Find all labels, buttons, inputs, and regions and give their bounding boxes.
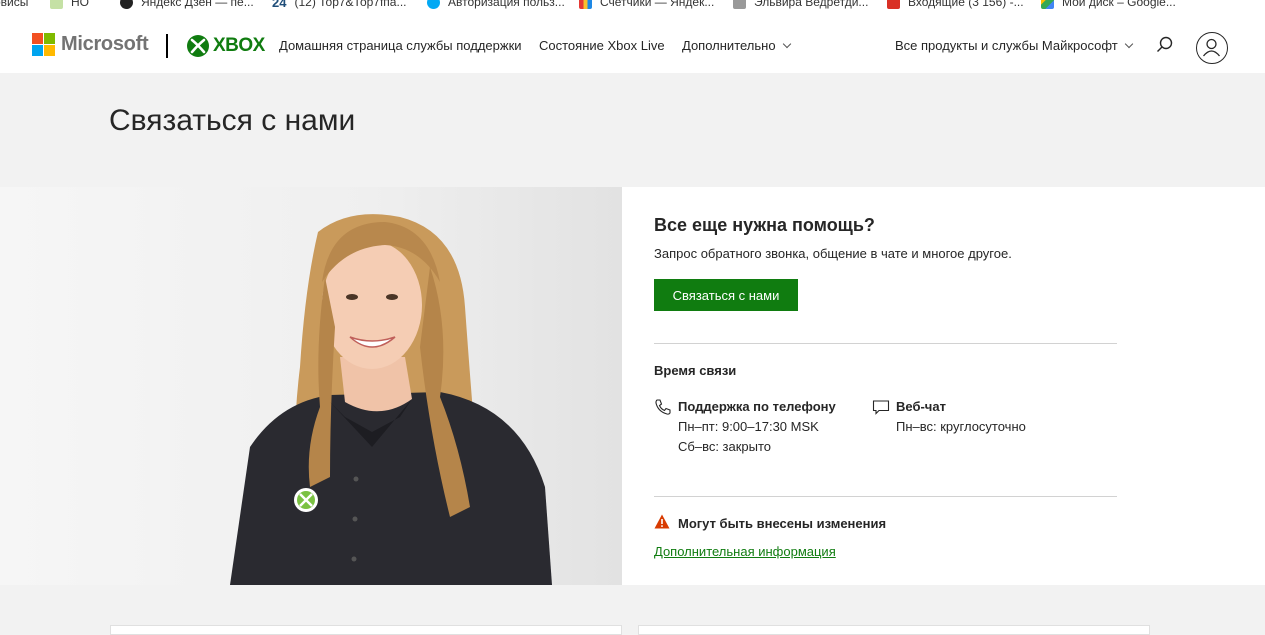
zen-icon (120, 0, 133, 9)
bookmark-24[interactable]: 24 (12) Тор7&Тор7fпа... (272, 0, 427, 10)
search-icon[interactable] (1155, 35, 1175, 55)
globe-icon (427, 0, 440, 9)
card (638, 625, 1150, 635)
drive-icon (1041, 0, 1054, 9)
bookmark-drive[interactable]: Мой диск – Google... (1041, 0, 1191, 9)
bookmark-services[interactable]: рвисы (0, 0, 50, 9)
nav-all-products-menu[interactable]: Все продукты и службы Майкрософт (895, 38, 1134, 53)
bookmark-gmail[interactable]: Входящие (3 156) -... (887, 0, 1041, 9)
nav-support-home[interactable]: Домашняя страница службы поддержки (279, 38, 522, 53)
xbox-sphere-icon (187, 35, 209, 57)
site-header: Microsoft XBOX Домашняя страница службы … (0, 18, 1265, 73)
bookmark-icon (50, 0, 63, 9)
bookmark-doc[interactable]: Эльвира Ведретди... (733, 0, 887, 9)
contact-info-panel: Все еще нужна помощь? Запрос обратного з… (622, 187, 1265, 585)
bookmarks-bar: рвисы НО Яндекс Дзен — пе... 24 (12) Тор… (0, 0, 1265, 18)
chevron-down-icon (782, 39, 791, 49)
help-subtitle: Запрос обратного звонка, общение в чате … (654, 246, 1012, 261)
web-chat-hours: Пн–вс: круглосуточно (896, 419, 1026, 434)
nav-products-label: Все продукты и службы Майкрософт (895, 38, 1118, 53)
bookmark-no[interactable]: НО (50, 0, 120, 9)
chat-icon (872, 400, 890, 415)
content-area-below (0, 585, 1265, 635)
web-chat-title: Веб-чат (896, 399, 946, 414)
phone-support-title: Поддержка по телефону (678, 399, 836, 414)
nav-more-menu[interactable]: Дополнительно (682, 38, 791, 53)
microsoft-logo[interactable]: Microsoft (32, 33, 149, 56)
metrika-icon (579, 0, 592, 9)
warning-icon (654, 514, 670, 529)
xbox-wordmark: XBOX (213, 35, 265, 56)
gmail-icon (887, 0, 900, 9)
chevron-down-icon (1124, 39, 1134, 49)
phone-icon (655, 399, 671, 415)
phone-hours-weekend: Сб–вс: закрыто (678, 439, 772, 454)
page-title: Связаться с нами (109, 104, 356, 137)
help-heading: Все еще нужна помощь? (654, 215, 875, 235)
microsoft-grid-icon (32, 33, 55, 56)
contact-us-button[interactable]: Связаться с нами (654, 279, 798, 311)
divider (654, 496, 1117, 497)
divider (654, 343, 1117, 344)
support-agent-photo (0, 187, 622, 585)
phone-hours-weekday: Пн–пт: 9:00–17:30 MSK (678, 419, 819, 434)
bookmark-metrika[interactable]: Счетчики — Яндек... (579, 0, 733, 9)
bookmark-auth[interactable]: Авторизация польз... (427, 0, 579, 9)
microsoft-wordmark: Microsoft (61, 33, 149, 55)
changes-warning: Могут быть внесены изменения (678, 516, 887, 531)
contact-hours-heading: Время связи (654, 363, 737, 378)
nav-more-label: Дополнительно (682, 38, 776, 53)
nav-xbox-live-status[interactable]: Состояние Xbox Live (539, 38, 665, 53)
header-divider (166, 34, 168, 58)
bookmark-zen[interactable]: Яндекс Дзен — пе... (120, 0, 272, 9)
account-avatar-icon[interactable] (1196, 32, 1228, 64)
doc-icon (733, 0, 746, 9)
page-title-band: Связаться с нами (0, 73, 1265, 187)
more-info-link[interactable]: Дополнительная информация (654, 544, 836, 559)
card (110, 625, 622, 635)
24-icon: 24 (272, 0, 287, 10)
xbox-logo[interactable]: XBOX (187, 35, 265, 57)
